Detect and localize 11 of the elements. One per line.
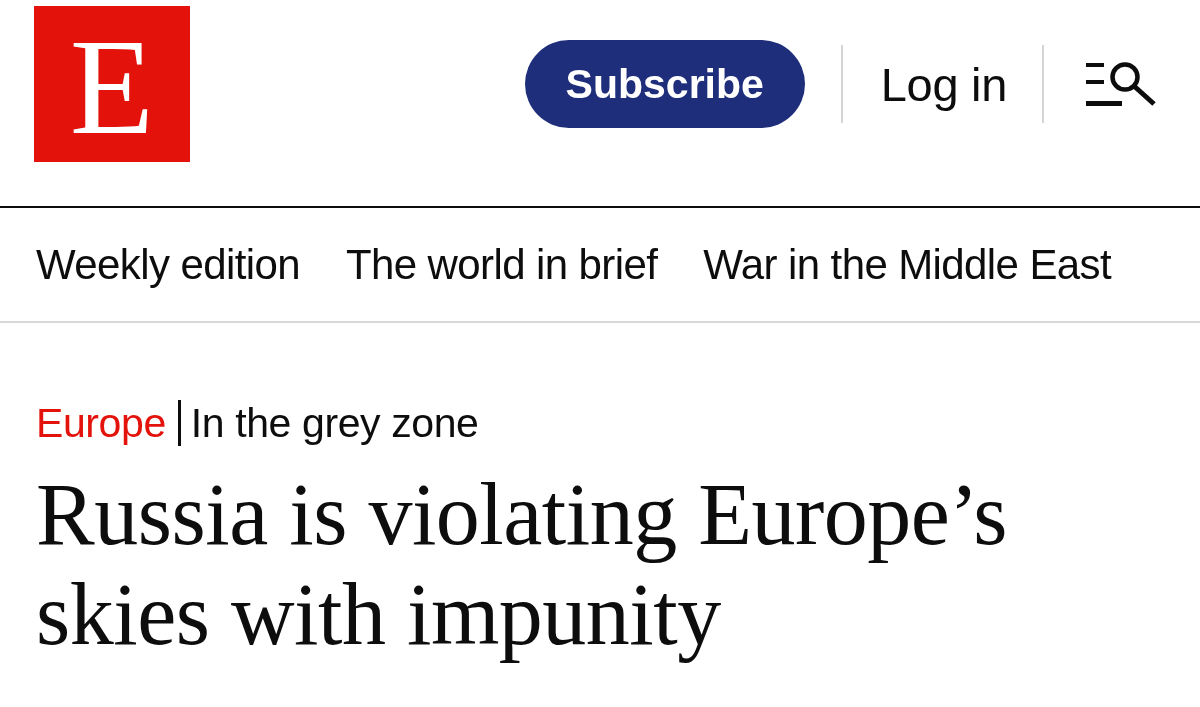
- menu-search-icon[interactable]: [1086, 61, 1156, 107]
- flytitle: In the grey zone: [190, 399, 479, 447]
- login-link[interactable]: Log in: [880, 56, 1007, 112]
- logo[interactable]: E: [34, 6, 190, 162]
- nav-link[interactable]: Weekly edition: [36, 240, 300, 289]
- section-link[interactable]: Europe: [36, 399, 166, 447]
- logo-letter: E: [69, 18, 155, 156]
- nav-link[interactable]: The world in brief: [345, 240, 658, 289]
- headline: Russia is violating Europe’s skies with impunity: [36, 465, 1009, 665]
- nav-link[interactable]: War in the Middle East: [703, 240, 1112, 289]
- subscribe-button[interactable]: Subscribe: [524, 40, 805, 128]
